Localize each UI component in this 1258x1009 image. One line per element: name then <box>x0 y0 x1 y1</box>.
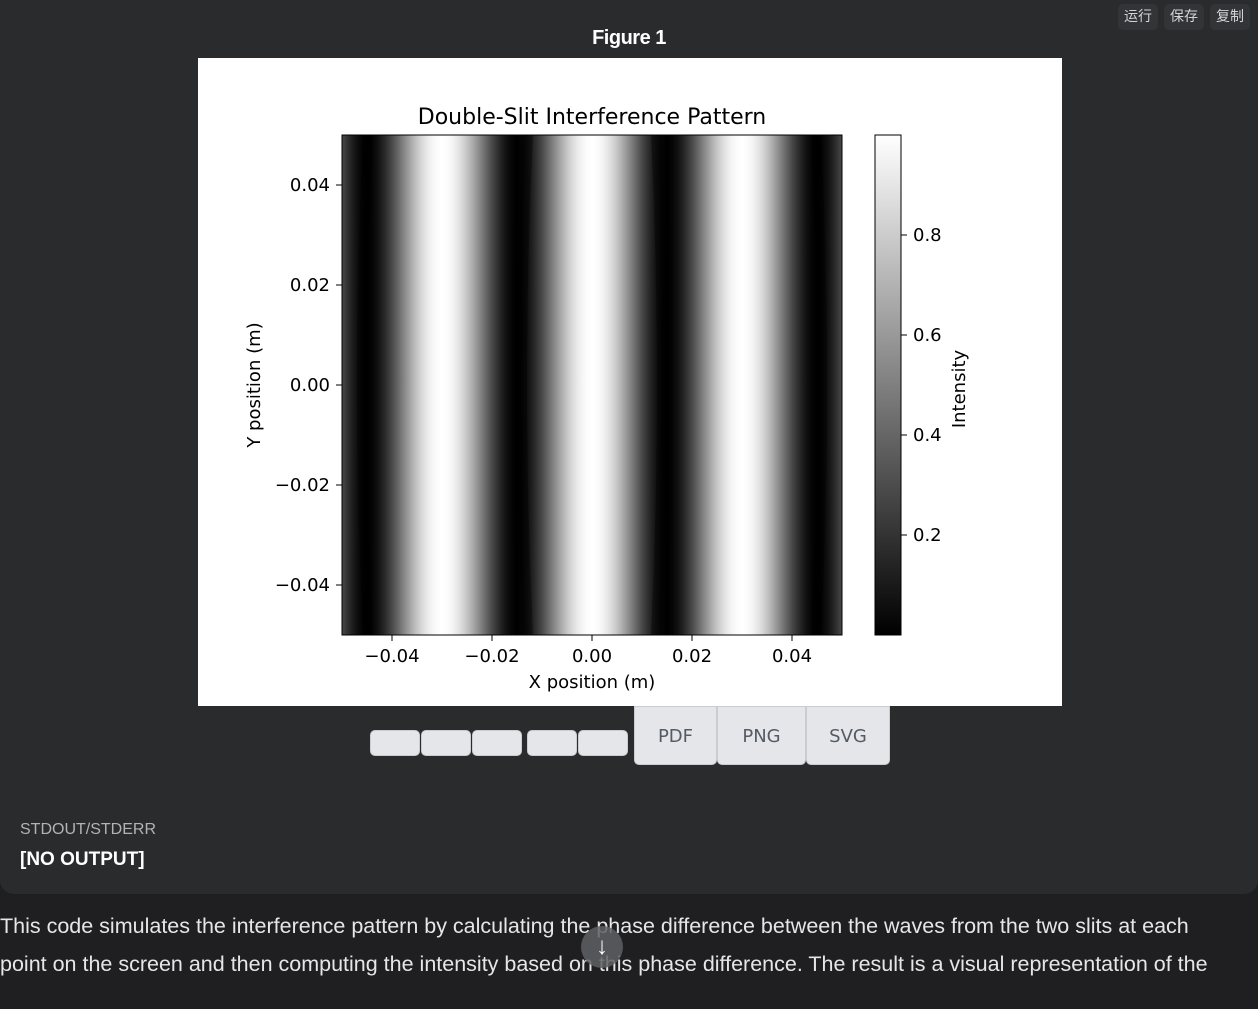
toolbar-forward-button[interactable] <box>472 730 522 756</box>
colorbar-tick-label: 0.4 <box>913 425 942 446</box>
code-output-panel: 运行 保存 复制 Figure 1 Double-Slit Interferen… <box>0 0 1258 894</box>
colorbar-tick-label: 0.8 <box>913 225 942 246</box>
plot-area <box>342 135 842 635</box>
figure-title: Figure 1 <box>592 27 666 49</box>
chart-title: Double-Slit Interference Pattern <box>418 105 766 130</box>
toolbar-back-button[interactable] <box>421 730 471 756</box>
download-png-button[interactable]: PNG <box>717 706 806 765</box>
explanation-line: This code simulates the interference pat… <box>0 914 1189 938</box>
download-pdf-button[interactable]: PDF <box>634 706 717 765</box>
heatmap-chart: Double-Slit Interference Pattern −0.04 −0… <box>244 105 970 693</box>
toolbar-home-button[interactable] <box>370 730 420 756</box>
colorbar <box>874 134 902 636</box>
y-tick-label: −0.02 <box>275 475 330 496</box>
x-tick-label: −0.02 <box>464 646 519 667</box>
y-tick-label: 0.00 <box>290 375 330 396</box>
y-tick-label: 0.02 <box>290 275 330 296</box>
y-axis-label: Y position (m) <box>244 322 265 448</box>
download-svg-button[interactable]: SVG <box>806 706 890 765</box>
toolbar-pan-button[interactable] <box>527 730 577 756</box>
y-tick-label: −0.04 <box>275 575 330 596</box>
explanation-text: This code simulates the interference pat… <box>0 907 1258 983</box>
x-tick-label: 0.04 <box>772 646 812 667</box>
colorbar-tick-label: 0.6 <box>913 325 942 346</box>
x-axis-label: X position (m) <box>529 672 656 693</box>
explanation-line: point on the screen and then computing t… <box>0 952 1208 976</box>
toolbar-zoom-button[interactable] <box>578 730 628 756</box>
x-tick-label: 0.00 <box>572 646 612 667</box>
colorbar-label: Intensity <box>949 349 970 428</box>
x-tick-label: −0.04 <box>364 646 419 667</box>
arrow-down-icon[interactable]: ↓ <box>581 926 623 968</box>
stdout-value: [NO OUTPUT] <box>20 849 145 870</box>
figure-canvas: Double-Slit Interference Pattern −0.04 −0… <box>198 58 1062 706</box>
x-tick-label: 0.02 <box>672 646 712 667</box>
colorbar-tick-label: 0.2 <box>913 525 942 546</box>
figure-toolbar: PDF PNG SVG <box>370 706 900 766</box>
stdout-label: STDOUT/STDERR <box>20 821 156 838</box>
y-tick-label: 0.04 <box>290 175 330 196</box>
